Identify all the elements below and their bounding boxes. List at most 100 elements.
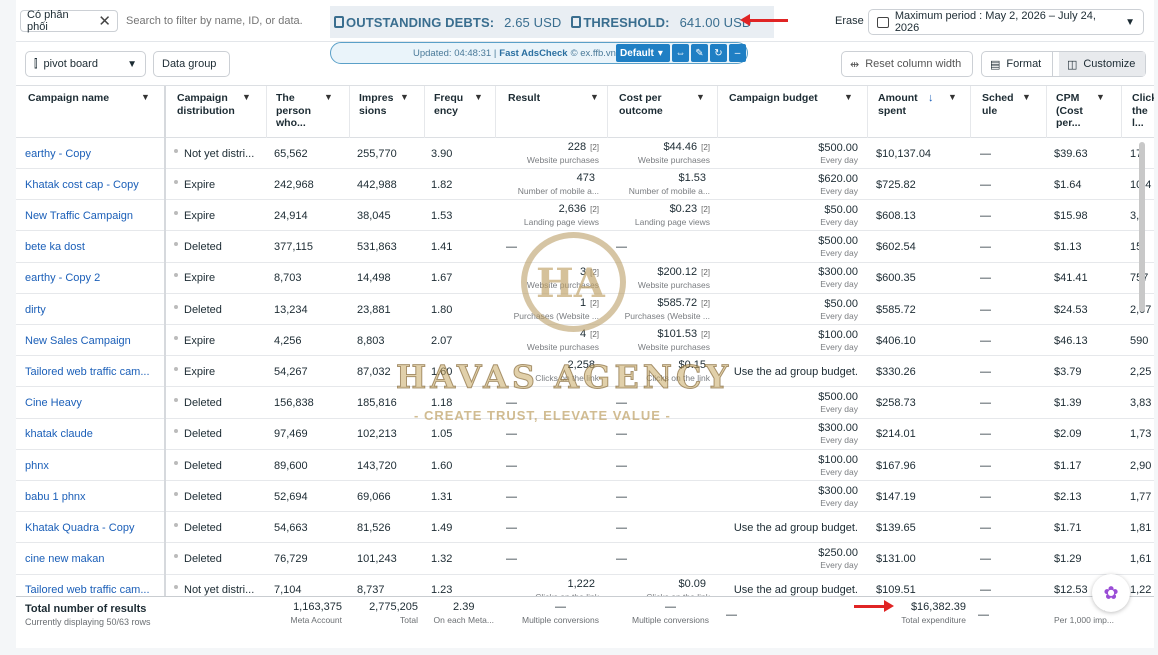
chevron-down-icon[interactable]: ▼ [696, 92, 705, 102]
col-campaign-name[interactable]: Campaign name [28, 92, 128, 105]
scrollbar-thumb[interactable] [1139, 142, 1145, 312]
footer-cost: — Multiple conversions [631, 601, 709, 625]
col-amount-spent[interactable]: Amount spent [878, 92, 926, 117]
col-schedule[interactable]: Sched ule [982, 92, 1016, 117]
preset-select[interactable]: Default ▾ [616, 44, 670, 62]
cell-spent: $258.73 [876, 397, 916, 410]
campaign-name-link[interactable]: bete ka dost [25, 232, 163, 263]
col-cost-per-outcome[interactable]: Cost per outcome [619, 92, 697, 117]
table-row[interactable]: earthy - Copy Not yet distri... 65,562 2… [16, 138, 1154, 169]
cell-distribution: Deleted [174, 232, 266, 263]
table-row[interactable]: Khatak Quadra - Copy Deleted 54,663 81,5… [16, 512, 1154, 544]
campaign-name-link[interactable]: babu 1 phnx [25, 481, 163, 512]
campaign-name-link[interactable]: Cine Heavy [25, 388, 163, 419]
col-budget[interactable]: Campaign budget [729, 92, 829, 105]
vertical-scrollbar[interactable] [1139, 138, 1145, 598]
campaign-name-link[interactable]: Khatak Quadra - Copy [25, 512, 163, 543]
table-row[interactable]: Cine Heavy Deleted 156,838 185,816 1.18 … [16, 388, 1154, 419]
format-button[interactable]: ▤ Format [982, 52, 1053, 76]
table-row[interactable]: New Traffic Campaign Expire 24,914 38,04… [16, 200, 1154, 232]
chevron-down-icon[interactable]: ▼ [324, 92, 333, 102]
footer-summary: Total number of results Currently displa… [25, 603, 151, 629]
cell-cpm: $2.09 [1054, 428, 1082, 441]
chevron-down-icon[interactable]: ▼ [141, 92, 150, 102]
table-row[interactable]: earthy - Copy 2 Expire 8,703 14,498 1.67… [16, 263, 1154, 294]
sort-down-icon[interactable]: ↓ [928, 92, 934, 104]
table-row[interactable]: bete ka dost Deleted 377,115 531,863 1.4… [16, 232, 1154, 263]
pivot-board-button[interactable]: ⫿ pivot board ▼ [25, 51, 146, 77]
cell-distribution: Deleted [174, 419, 266, 450]
campaign-name-link[interactable]: Tailored web traffic cam... [25, 356, 163, 387]
refresh-icon[interactable]: ↻ [710, 44, 727, 62]
calendar-icon [877, 16, 889, 28]
cell-result: 473 Number of mobile a... [517, 172, 599, 197]
close-icon[interactable]: ✕ [98, 12, 111, 30]
fast-adscheck-toolbar: Updated: 04:48:31 | Fast AdsCheck © ex.f… [330, 42, 748, 64]
cell-schedule: — [980, 303, 991, 316]
filter-chip[interactable]: Có phân phối ✕ [20, 9, 118, 33]
table-row[interactable]: cine new makan Deleted 76,729 101,243 1.… [16, 544, 1154, 575]
date-range-picker[interactable]: Maximum period : May 2, 2026 – July 24, … [868, 9, 1144, 35]
filter-chip-label: Có phân phối [27, 9, 69, 33]
data-group-button[interactable]: Data group [153, 51, 230, 77]
col-distribution[interactable]: Campaign distribution [177, 92, 239, 117]
cell-impressions: 102,213 [357, 428, 397, 441]
cell-budget: $300.00 Every day [818, 484, 858, 508]
col-frequency[interactable]: Frequ ency [434, 92, 466, 117]
cell-impressions: 442,988 [357, 178, 397, 191]
column-resize-icon: ⇹ [850, 58, 860, 71]
table-row[interactable]: New Sales Campaign Expire 4,256 8,803 2.… [16, 325, 1154, 357]
table-row[interactable]: Khatak cost cap - Copy Expire 242,968 44… [16, 169, 1154, 201]
cell-spent: $725.82 [876, 178, 916, 191]
reset-column-width-button[interactable]: ⇹ Reset column width [841, 51, 973, 77]
cell-cost: — [616, 241, 627, 254]
col-cpm[interactable]: CPM (Cost per... [1056, 92, 1094, 130]
cell-budget: Use the ad group budget. [733, 521, 858, 534]
cell-cpm: $1.17 [1054, 459, 1082, 472]
cell-cost: $0.23 [2] Landing page views [634, 203, 710, 228]
data-group-label: Data group [162, 58, 217, 70]
campaign-name-link[interactable]: khatak claude [25, 419, 163, 450]
col-click[interactable]: Click the l... [1132, 92, 1154, 130]
campaign-name-link[interactable]: New Traffic Campaign [25, 200, 163, 231]
table-row[interactable]: Tailored web traffic cam... Expire 54,26… [16, 356, 1154, 388]
cell-distribution: Expire [174, 169, 266, 200]
campaign-name-link[interactable]: earthy - Copy 2 [25, 263, 163, 294]
assistant-flower-icon[interactable]: ✿ [1092, 574, 1130, 612]
chevron-down-icon[interactable]: ▼ [948, 92, 957, 102]
col-impressions[interactable]: Impres sions [359, 92, 397, 117]
table-row[interactable]: dirty Deleted 13,234 23,881 1.80 1 [2] Pu… [16, 294, 1154, 325]
cell-cpm: $15.98 [1054, 209, 1088, 222]
edit-icon[interactable]: ✎ [691, 44, 708, 62]
col-reach[interactable]: The person who... [276, 92, 322, 130]
campaign-name-link[interactable]: cine new makan [25, 544, 163, 575]
cell-cost: $1.53 Number of mobile a... [628, 172, 710, 197]
cell-reach: 76,729 [274, 553, 308, 566]
chevron-down-icon[interactable]: ▼ [1096, 92, 1105, 102]
col-result[interactable]: Result [508, 92, 568, 105]
chevron-down-icon[interactable]: ▼ [844, 92, 853, 102]
chevron-down-icon[interactable]: ▼ [590, 92, 599, 102]
campaign-name-link[interactable]: New Sales Campaign [25, 325, 163, 356]
chevron-down-icon[interactable]: ▼ [1022, 92, 1031, 102]
threshold-label: THRESHOLD: [583, 14, 670, 30]
ads-manager-window: Có phân phối ✕ OUTSTANDING DEBTS: 2.65 U… [16, 0, 1154, 648]
expand-icon[interactable]: ⇔ [672, 44, 689, 62]
table-row[interactable]: phnx Deleted 89,600 143,720 1.60 — — $10… [16, 450, 1154, 481]
chevron-down-icon[interactable]: ▼ [400, 92, 409, 102]
search-input[interactable] [126, 10, 316, 32]
campaign-name-link[interactable]: earthy - Copy [25, 138, 163, 169]
chevron-down-icon[interactable]: ▼ [474, 92, 483, 102]
cell-frequency: 1.41 [431, 241, 453, 254]
chevron-down-icon[interactable]: ▼ [242, 92, 251, 102]
campaign-name-link[interactable]: Khatak cost cap - Copy [25, 169, 163, 200]
campaign-name-link[interactable]: phnx [25, 450, 163, 481]
customize-button[interactable]: ◫ Customize [1058, 52, 1145, 76]
minimize-icon[interactable]: – [729, 44, 746, 62]
table-row[interactable]: babu 1 phnx Deleted 52,694 69,066 1.31 —… [16, 481, 1154, 513]
erase-link[interactable]: Erase [835, 15, 864, 27]
cell-schedule: — [980, 521, 991, 534]
cell-result: 228 [2] Website purchases [526, 141, 599, 165]
table-row[interactable]: khatak claude Deleted 97,469 102,213 1.0… [16, 419, 1154, 450]
campaign-name-link[interactable]: dirty [25, 294, 163, 325]
